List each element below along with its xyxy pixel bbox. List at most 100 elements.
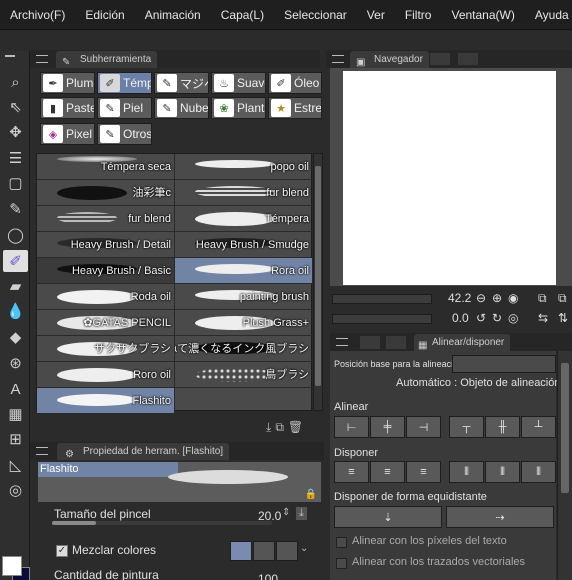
menu-seleccionar[interactable]: Seleccionar bbox=[274, 8, 357, 22]
zoom-slider[interactable] bbox=[332, 294, 432, 304]
selection-tool-icon[interactable]: ▢ bbox=[3, 172, 28, 194]
scroll-thumb[interactable] bbox=[315, 166, 321, 386]
ruler-tool-icon[interactable]: ◺ bbox=[3, 454, 28, 476]
distribute-top-button[interactable]: ≡ bbox=[334, 461, 369, 483]
rotate-left-icon[interactable]: ↺ bbox=[476, 311, 486, 325]
menu-ayuda[interactable]: Ayuda bbox=[525, 8, 572, 22]
paint-amount-value[interactable]: 100 bbox=[258, 572, 278, 580]
brush-tool-icon[interactable]: ✐ bbox=[3, 250, 28, 272]
menu-ver[interactable]: Ver bbox=[357, 8, 395, 22]
menu-ventana[interactable]: Ventana(W) bbox=[441, 8, 524, 22]
mix-mode-button[interactable] bbox=[253, 541, 275, 561]
lasso-tool-icon[interactable]: ◯ bbox=[3, 224, 28, 246]
group-tempera[interactable]: ✐Témpera bbox=[97, 72, 152, 94]
distribute-center-button[interactable]: ≡ bbox=[370, 461, 405, 483]
chevron-down-icon[interactable]: ⌄ bbox=[300, 543, 308, 554]
brush-size-slider[interactable] bbox=[52, 521, 272, 525]
actual-size-icon[interactable]: ⧉ bbox=[558, 291, 567, 306]
flip-vertical-icon[interactable]: ⇅ bbox=[558, 311, 568, 325]
distribute-middle-button[interactable]: ⦀ bbox=[485, 461, 520, 483]
frame-tool-icon[interactable]: ⊞ bbox=[3, 428, 28, 450]
rotate-right-icon[interactable]: ↻ bbox=[492, 311, 502, 325]
decoration-tool-icon[interactable]: ⊛ bbox=[3, 352, 28, 374]
menu-archivo[interactable]: Archivo(F) bbox=[0, 8, 75, 22]
operation-tool-icon[interactable]: ⇖ bbox=[3, 96, 28, 118]
menu-animacion[interactable]: Animación bbox=[135, 8, 211, 22]
item-bank-tab[interactable] bbox=[458, 53, 478, 65]
align-center-v-button[interactable]: ╫ bbox=[485, 416, 520, 438]
brush-item[interactable]: Témpera bbox=[175, 206, 313, 232]
brush-item[interactable]: Heavy Brush / Basic bbox=[37, 258, 175, 284]
brush-size-value[interactable]: 20.0 bbox=[258, 509, 281, 523]
zoom-in-icon[interactable]: ⊕ bbox=[492, 291, 502, 305]
group-nubes[interactable]: ✎Nubes bbox=[154, 97, 209, 119]
layer-search-tab[interactable] bbox=[386, 336, 406, 349]
brush-item[interactable]: Heavy Brush / Detail bbox=[37, 232, 175, 258]
group-oleo[interactable]: ✐ Óleo bbox=[268, 72, 322, 94]
brush-item[interactable]: Flashito bbox=[37, 388, 175, 414]
delete-icon[interactable]: 🗑 bbox=[288, 420, 303, 435]
sub-tool-menu-icon[interactable] bbox=[36, 55, 48, 63]
distribute-left-button[interactable]: ⦀ bbox=[449, 461, 484, 483]
fill-tool-icon[interactable]: ◆ bbox=[3, 326, 28, 348]
eyedropper-tool-icon[interactable]: ✎ bbox=[3, 198, 28, 220]
navigator-canvas-preview[interactable] bbox=[343, 71, 556, 285]
brush-item[interactable]: Témpera seca bbox=[37, 154, 175, 180]
balloon-tool-icon[interactable]: ◎ bbox=[3, 479, 28, 501]
text-tool-icon[interactable]: A bbox=[3, 378, 28, 400]
mix-mode-button[interactable] bbox=[276, 541, 298, 561]
align-panel-scrollbar[interactable] bbox=[557, 351, 572, 580]
stepper-icon[interactable]: ⇕ bbox=[282, 507, 290, 518]
zoom-value[interactable]: 42.2 bbox=[448, 291, 471, 305]
equidistant-horizontal-button[interactable]: ⇢ bbox=[446, 506, 554, 528]
navigator-menu-icon[interactable] bbox=[332, 55, 344, 63]
import-icon[interactable]: ⤓ bbox=[266, 420, 271, 435]
brush-item[interactable]: Roro oil bbox=[37, 362, 175, 388]
panel-menu-icon[interactable] bbox=[5, 55, 15, 57]
layer-move-icon[interactable]: ☰ bbox=[3, 147, 28, 169]
group-estrellas[interactable]: ★Estrellas bbox=[268, 97, 322, 119]
brush-item[interactable]: 鳥ブラシ bbox=[175, 362, 313, 388]
duplicate-icon[interactable]: ⧉ bbox=[275, 420, 284, 435]
pixels-text-checkbox[interactable] bbox=[336, 537, 347, 548]
fit-icon[interactable]: ◉ bbox=[508, 291, 518, 305]
group-piel[interactable]: ✎ Piel bbox=[97, 97, 152, 119]
brush-item[interactable]: Roda oil bbox=[37, 284, 175, 310]
group-suave[interactable]: ♨Suave bbox=[211, 72, 266, 94]
scroll-thumb[interactable] bbox=[561, 363, 569, 493]
brush-item[interactable]: ザクザクブラシ bbox=[37, 336, 175, 362]
tab-navigator[interactable]: ▣ Navegador bbox=[350, 51, 429, 68]
align-panel-menu-icon[interactable] bbox=[336, 338, 348, 346]
tool-property-menu-icon[interactable] bbox=[36, 447, 48, 455]
vector-paths-checkbox[interactable] bbox=[336, 558, 347, 569]
menu-filtro[interactable]: Filtro bbox=[395, 8, 442, 22]
flip-horizontal-icon[interactable]: ⇆ bbox=[538, 311, 548, 325]
group-otros[interactable]: ✎ Otros bbox=[97, 123, 152, 145]
brush-item[interactable]: Heavy Brush / Smudge bbox=[175, 232, 313, 258]
main-color-swatch[interactable] bbox=[2, 556, 22, 576]
distribute-bottom-button[interactable]: ≡ bbox=[406, 461, 441, 483]
align-top-button[interactable]: ┬ bbox=[449, 416, 484, 438]
zoom-tool-icon[interactable]: ⌕ bbox=[3, 71, 28, 93]
align-right-button[interactable]: ⊣ bbox=[406, 416, 441, 438]
brush-item[interactable]: popo oil bbox=[175, 154, 313, 180]
brush-item[interactable]: 油彩筆c bbox=[37, 180, 175, 206]
brush-item[interactable]: Plush Grass+ bbox=[175, 310, 313, 336]
brush-item[interactable]: fur blend bbox=[175, 180, 313, 206]
brush-item[interactable]: fur blend bbox=[37, 206, 175, 232]
base-position-dropdown[interactable] bbox=[452, 355, 556, 373]
group-pastel[interactable]: ▮Pastel bbox=[40, 97, 95, 119]
mix-mode-button[interactable] bbox=[230, 541, 252, 561]
align-center-h-button[interactable]: ╪ bbox=[370, 416, 405, 438]
brush-item[interactable]: Rora oil bbox=[175, 258, 313, 284]
reset-rotation-icon[interactable]: ◎ bbox=[508, 311, 518, 325]
layer-property-tab[interactable] bbox=[360, 336, 380, 349]
brush-item[interactable]: painting brush bbox=[175, 284, 313, 310]
rotation-value[interactable]: 0.0 bbox=[452, 311, 469, 325]
distribute-right-button[interactable]: ⦀ bbox=[521, 461, 556, 483]
eraser-tool-icon[interactable]: ▰ bbox=[3, 275, 28, 297]
align-bottom-button[interactable]: ┴ bbox=[521, 416, 556, 438]
menu-capa[interactable]: Capa(L) bbox=[211, 8, 274, 22]
brush-item[interactable]: 重ねて濃くなるインク風ブラシ bbox=[175, 336, 313, 362]
tab-tool-property[interactable]: ⚙ Propiedad de herram. [Flashito] bbox=[57, 443, 230, 460]
